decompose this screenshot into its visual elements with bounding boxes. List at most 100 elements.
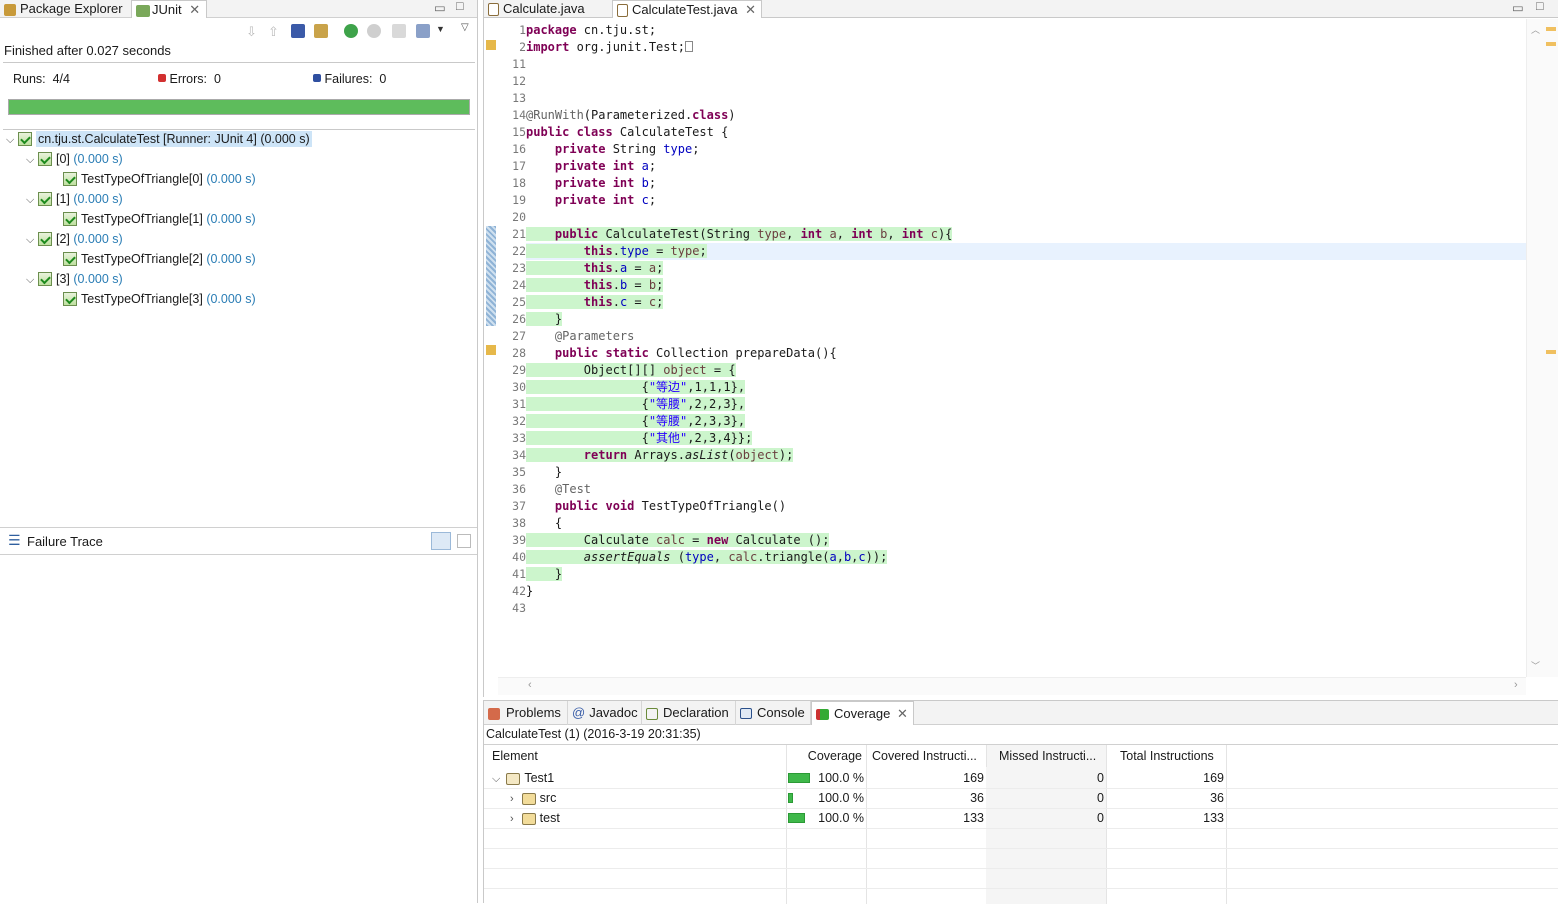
line-number: 35 <box>512 465 526 479</box>
tab-label: Javadoc <box>589 705 638 720</box>
chevron-down-icon[interactable]: ⌵ <box>26 150 38 170</box>
code-line: { <box>526 516 563 530</box>
junit-icon <box>136 4 150 17</box>
line-number: 39 <box>512 533 526 547</box>
tab-declaration[interactable]: Declaration <box>642 701 736 725</box>
line-number: 18 <box>512 176 526 190</box>
tree-node-label: [1] <box>56 192 70 206</box>
element-cell: ⌵ Test1 <box>492 768 554 788</box>
progress-fill <box>9 100 469 114</box>
errors-value: 0 <box>213 72 221 86</box>
close-icon[interactable]: ✕ <box>897 706 908 721</box>
chevron-down-icon[interactable]: ⌵ <box>6 130 18 150</box>
tree-node-time: (0.000 s) <box>206 212 256 226</box>
tree-node-param-2[interactable]: ⌵ [2] (0.000 s) <box>26 229 123 249</box>
next-failure-icon[interactable]: ⇩ <box>246 24 260 39</box>
tab-problems[interactable]: Problems <box>484 701 568 725</box>
maximize-icon[interactable]: □ <box>456 0 464 13</box>
bottom-tab-bar: Problems @ Javadoc Declaration Console Co… <box>484 701 1558 725</box>
maximize-icon[interactable]: □ <box>1536 0 1544 13</box>
tree-node-label: [3] <box>56 272 70 286</box>
line-number: 31 <box>512 397 526 411</box>
failures-label: Failures: <box>324 72 373 86</box>
coverage-bar <box>788 813 805 823</box>
horizontal-scrollbar[interactable]: ‹ › <box>498 677 1526 695</box>
tree-node-test-0[interactable]: TestTypeOfTriangle[0] (0.000 s) <box>63 169 256 189</box>
line-number: 33 <box>512 431 526 445</box>
code-area[interactable]: package cn.tju.st; import org.junit.Test… <box>526 19 1526 677</box>
test-run-history-icon[interactable] <box>416 24 430 38</box>
tab-calculatetest-java[interactable]: CalculateTest.java ✕ <box>612 0 762 18</box>
code-line: {"等腰",2,3,3}, <box>526 414 746 428</box>
tree-node-test-3[interactable]: TestTypeOfTriangle[3] (0.000 s) <box>63 289 256 309</box>
close-icon[interactable]: ✕ <box>745 2 756 17</box>
line-number: 12 <box>512 74 526 88</box>
chevron-down-icon[interactable]: ⌵ <box>26 230 38 250</box>
scroll-lock-icon[interactable] <box>314 24 328 38</box>
tab-console[interactable]: Console <box>736 701 811 725</box>
tree-node-param-0[interactable]: ⌵ [0] (0.000 s) <box>26 149 123 169</box>
tree-node-suite[interactable]: ⌵ cn.tju.st.CalculateTest [Runner: JUnit … <box>6 129 312 149</box>
covered-cell: 169 <box>963 771 984 785</box>
total-cell: 133 <box>1203 811 1224 825</box>
code-line: } <box>526 465 563 479</box>
package-folder-icon <box>521 812 536 825</box>
tree-node-test-1[interactable]: TestTypeOfTriangle[1] (0.000 s) <box>63 209 256 229</box>
history-dropdown-icon[interactable]: ▼ <box>436 24 445 34</box>
tab-label: CalculateTest.java <box>632 2 738 17</box>
chevron-right-icon[interactable]: › <box>510 793 514 805</box>
tab-junit[interactable]: JUnit ✕ <box>131 0 207 18</box>
close-icon[interactable]: ✕ <box>189 2 200 17</box>
test-passed-icon <box>63 292 77 306</box>
scroll-up-icon[interactable]: ︿ <box>1531 23 1540 36</box>
column-header-missed[interactable]: Missed Instructi... <box>986 745 1106 767</box>
failures-value: 0 <box>379 72 387 86</box>
tree-node-param-3[interactable]: ⌵ [3] (0.000 s) <box>26 269 123 289</box>
minimize-icon[interactable]: ▭ <box>434 0 446 15</box>
line-number: 43 <box>512 601 526 615</box>
minimize-icon[interactable]: ▭ <box>1512 0 1524 15</box>
tree-node-param-1[interactable]: ⌵ [1] (0.000 s) <box>26 189 123 209</box>
line-number: 25 <box>512 295 526 309</box>
scroll-down-icon[interactable]: ﹀ <box>1531 659 1540 672</box>
tab-coverage[interactable]: Coverage ✕ <box>811 701 914 725</box>
stop-icon[interactable] <box>392 24 406 38</box>
view-menu-icon[interactable]: ▽ <box>461 22 469 33</box>
compare-results-icon[interactable] <box>457 534 471 548</box>
chevron-right-icon[interactable]: › <box>510 813 514 825</box>
code-line: } <box>526 584 534 598</box>
coverage-value: 100.0 % <box>818 771 864 785</box>
failure-icon <box>313 74 321 82</box>
tab-package-explorer[interactable]: Package Explorer <box>0 0 130 18</box>
chevron-down-icon[interactable]: ⌵ <box>26 270 38 290</box>
test-passed-icon <box>63 252 77 266</box>
scroll-left-icon[interactable]: ‹ <box>528 679 532 691</box>
show-failures-only-icon[interactable] <box>291 24 305 38</box>
line-number: 17 <box>512 159 526 173</box>
line-number: 20 <box>512 210 526 224</box>
test-suite-icon <box>38 232 52 246</box>
column-header-covered[interactable]: Covered Instructi... <box>872 745 977 767</box>
line-number: 34 <box>512 448 526 462</box>
chevron-down-icon[interactable]: ⌵ <box>492 773 500 785</box>
errors-counter: Errors: 0 <box>158 72 221 86</box>
chevron-down-icon[interactable]: ⌵ <box>26 190 38 210</box>
column-header-coverage[interactable]: Coverage <box>786 745 862 767</box>
tab-label: JUnit <box>152 2 182 17</box>
rerun-test-icon[interactable] <box>344 24 358 38</box>
tree-node-test-2[interactable]: TestTypeOfTriangle[2] (0.000 s) <box>63 249 256 269</box>
code-line: private int a; <box>554 159 657 173</box>
runs-label: Runs: <box>13 72 46 86</box>
rerun-failed-first-icon[interactable] <box>367 24 381 38</box>
previous-failure-icon[interactable]: ⇧ <box>268 24 282 39</box>
tab-javadoc[interactable]: @ Javadoc <box>568 701 642 725</box>
filter-stack-trace-icon[interactable] <box>431 532 451 550</box>
vertical-scrollbar[interactable]: ︿ ﹀ <box>1526 19 1558 677</box>
tab-calculate-java[interactable]: Calculate.java <box>484 0 612 18</box>
column-header-total[interactable]: Total Instructions <box>1120 745 1214 767</box>
line-number: 29 <box>512 363 526 377</box>
column-header-element[interactable]: Element <box>492 745 538 767</box>
left-tab-bar: Package Explorer JUnit ✕ ▭ □ <box>0 0 477 18</box>
scroll-right-icon[interactable]: › <box>1514 679 1518 691</box>
missed-cell: 0 <box>1097 771 1104 785</box>
